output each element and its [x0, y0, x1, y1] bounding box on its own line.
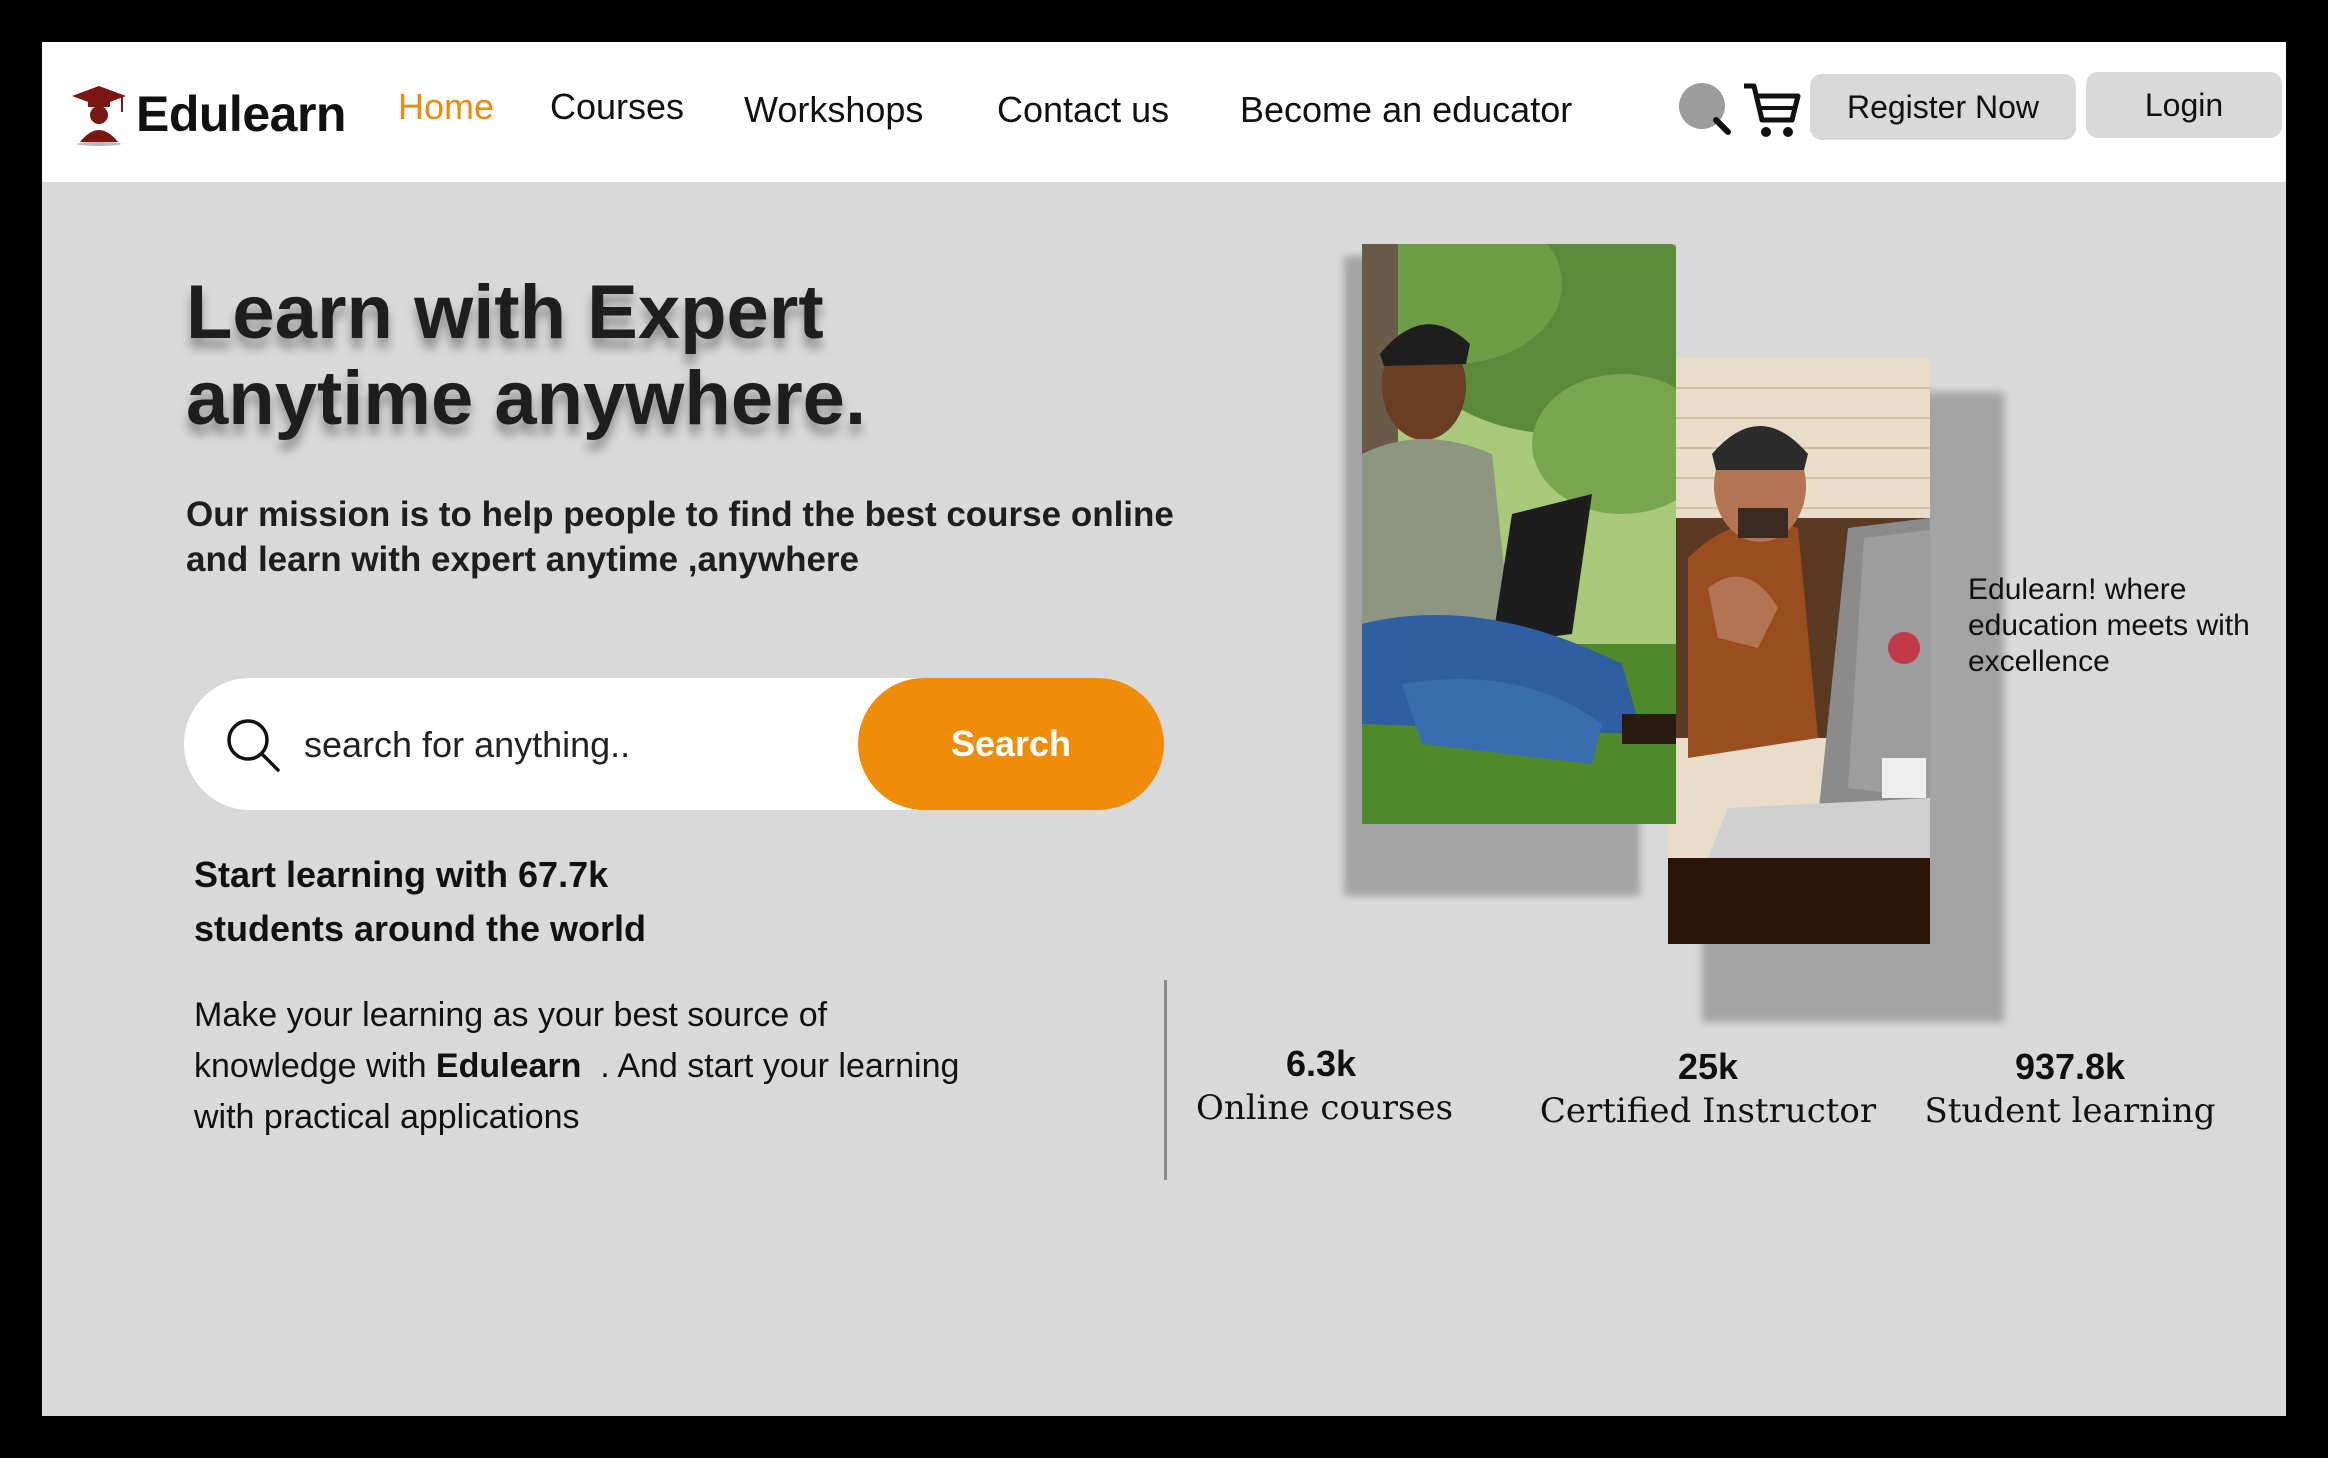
stat-value: 25k: [1677, 1046, 1739, 1087]
nav-workshops[interactable]: Workshops: [744, 89, 923, 131]
photo-man-laptop: [1668, 358, 1930, 944]
search-button[interactable]: Search: [858, 678, 1164, 810]
hero-subtitle-line1: Our mission is to help people to find th…: [186, 495, 1174, 534]
stat-online-courses: 6.3k Online courses: [1196, 1042, 1454, 1130]
caption-line2: education meets with: [1968, 609, 2250, 642]
graduate-icon: [72, 86, 126, 146]
stats-divider: [1164, 980, 1167, 1180]
caption-line3: excellence: [1968, 645, 2110, 678]
description-brand: Edulearn: [435, 1047, 582, 1085]
magnifier-icon: [227, 719, 280, 772]
description-line2: knowledge with Edulearn . And start your…: [194, 1041, 1094, 1092]
register-button[interactable]: Register Now: [1810, 74, 2076, 140]
stat-label: Certified Instructor: [1539, 1091, 1877, 1131]
nav-become-educator[interactable]: Become an educator: [1240, 89, 1572, 131]
hero-title-line2: anytime anywhere.: [186, 356, 867, 441]
hero-title-line1: Learn with Expert: [186, 270, 824, 355]
hero-caption: Edulearn! where education meets with exc…: [1968, 572, 2286, 680]
stat-label: Student learning: [1924, 1091, 2216, 1131]
students-text: Start learning with 67.7k students aroun…: [194, 848, 894, 956]
brand-name: Edulearn: [136, 86, 346, 142]
stat-value: 937.8k: [2014, 1046, 2126, 1087]
hero-subtitle-line2: and learn with expert anytime ,anywhere: [186, 540, 859, 579]
students-line1: Start learning with 67.7k: [194, 854, 609, 895]
search-icon[interactable]: [1678, 82, 1732, 136]
nav-home[interactable]: Home: [398, 86, 494, 128]
stat-label: Online courses: [1196, 1088, 1454, 1128]
caption-line1: Edulearn! where: [1968, 573, 2187, 606]
brand-logo[interactable]: Edulearn: [70, 74, 346, 154]
students-line2: students around the world: [194, 908, 647, 949]
woman-laptop-image: [1362, 244, 1676, 824]
hero-subtitle: Our mission is to help people to find th…: [186, 492, 1306, 582]
search-bar: Search: [184, 678, 1164, 810]
nav-contact-us[interactable]: Contact us: [997, 89, 1169, 131]
description-line2-post: . And start your learning: [581, 1047, 960, 1085]
description-line2-pre: knowledge with: [194, 1047, 436, 1085]
stat-value: 6.3k: [1285, 1043, 1357, 1084]
man-laptop-image: [1668, 358, 1930, 944]
description-text: Make your learning as your best source o…: [194, 990, 1094, 1143]
navbar: Edulearn Home Courses Workshops Contact …: [42, 42, 2286, 182]
cart-icon[interactable]: [1740, 78, 1804, 142]
search-input[interactable]: [302, 708, 846, 782]
page-frame: Edulearn Home Courses Workshops Contact …: [42, 42, 2286, 1416]
description-line3: with practical applications: [194, 1098, 580, 1136]
description-line1: Make your learning as your best source o…: [194, 996, 828, 1034]
stat-certified-instructor: 25k Certified Instructor: [1510, 1045, 1906, 1133]
login-button[interactable]: Login: [2086, 72, 2282, 138]
hero-title: Learn with Expert anytime anywhere.: [186, 270, 1086, 442]
photo-woman-laptop: [1362, 244, 1676, 824]
nav-courses[interactable]: Courses: [550, 86, 684, 128]
stat-student-learning: 937.8k Student learning: [1892, 1045, 2248, 1133]
